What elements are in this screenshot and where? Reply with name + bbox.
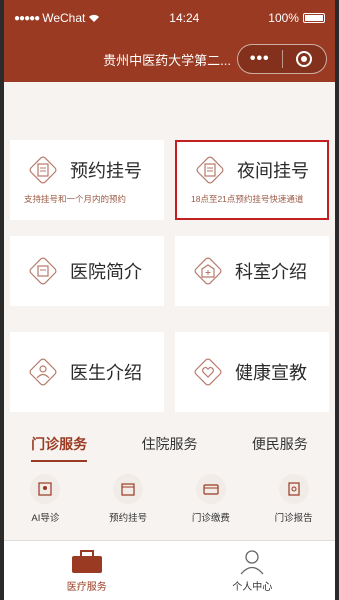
tabbar-label: 医疗服务 [66,582,107,593]
battery-level: 100% [268,11,299,25]
tile-label: 医生介绍 [70,363,142,383]
service-tabs: 门诊服务 住院服务 便民服务 [4,434,335,462]
service-appointment[interactable]: 预约挂号 [93,474,163,524]
service-list: AI导诊 预约挂号 门诊缴费 门诊报告 [4,474,335,524]
calendar-icon [113,474,144,504]
nav-bar: 贵州中医药大学第二... ••• [4,36,335,82]
page-title: 贵州中医药大学第二... [103,52,231,68]
tab-inpatient[interactable]: 住院服务 [141,434,197,462]
clock: 14:24 [169,11,200,25]
report-icon [278,474,309,504]
battery-icon [302,13,325,23]
tile-night-appointment[interactable]: 夜间挂号 18点至21点预约挂号快速通道 [175,140,329,220]
tile-health-education[interactable]: 健康宣教 [175,332,329,412]
clinic-icon [193,256,223,286]
tile-subtitle: 支持挂号和一个月内的预约 [24,194,127,204]
tile-label: 医院简介 [70,262,142,282]
app-frame: ●●●●● WeChat 14:24 100% 贵州中医药大学第二... ••• [4,0,335,600]
ai-guide-icon [30,474,61,504]
more-button[interactable]: ••• [238,50,282,68]
header: ●●●●● WeChat 14:24 100% 贵州中医药大学第二... ••• [4,0,335,82]
signal-icon: ●●●●● [14,12,40,24]
tile-hospital-intro[interactable]: 医院简介 [10,236,164,306]
tile-department-intro[interactable]: 科室介绍 [175,236,329,306]
tile-appointment[interactable]: 预约挂号 支持挂号和一个月内的预约 [10,140,164,220]
doctor-icon [28,357,58,387]
service-label: AI导诊 [31,513,60,524]
service-ai-guide[interactable]: AI导诊 [10,474,80,524]
bottom-tabbar: 医疗服务 个人中心 [4,540,335,600]
tabbar-personal-center[interactable]: 个人中心 [170,541,336,600]
carrier: WeChat [42,11,86,25]
status-bar: ●●●●● WeChat 14:24 100% [4,0,335,36]
tabbar-medical-service[interactable]: 医疗服务 [4,541,170,600]
service-payment[interactable]: 门诊缴费 [176,474,246,524]
tile-label: 夜间挂号 [237,161,309,181]
tab-convenience[interactable]: 便民服务 [252,434,308,462]
tile-subtitle: 18点至21点预约挂号快速通道 [191,194,304,204]
clipboard-icon [28,155,58,185]
document-icon [28,256,58,286]
service-report[interactable]: 门诊报告 [259,474,329,524]
service-label: 门诊缴费 [191,513,230,524]
tile-label: 预约挂号 [70,161,142,181]
mini-program-capsule: ••• [237,44,327,74]
person-icon [239,548,265,576]
tile-label: 科室介绍 [235,262,307,282]
tab-outpatient[interactable]: 门诊服务 [31,434,88,462]
heart-hands-icon [193,357,223,387]
close-icon [296,51,313,67]
tile-label: 健康宣教 [235,363,307,383]
service-label: 门诊报告 [274,513,313,524]
tabbar-label: 个人中心 [232,582,273,593]
medical-service-icon [70,548,104,576]
clipboard-icon [195,155,225,185]
close-button[interactable] [283,51,327,67]
tile-doctor-intro[interactable]: 医生介绍 [10,332,164,412]
payment-icon [195,474,226,504]
service-label: 预约挂号 [109,513,148,524]
wifi-icon [89,14,100,22]
